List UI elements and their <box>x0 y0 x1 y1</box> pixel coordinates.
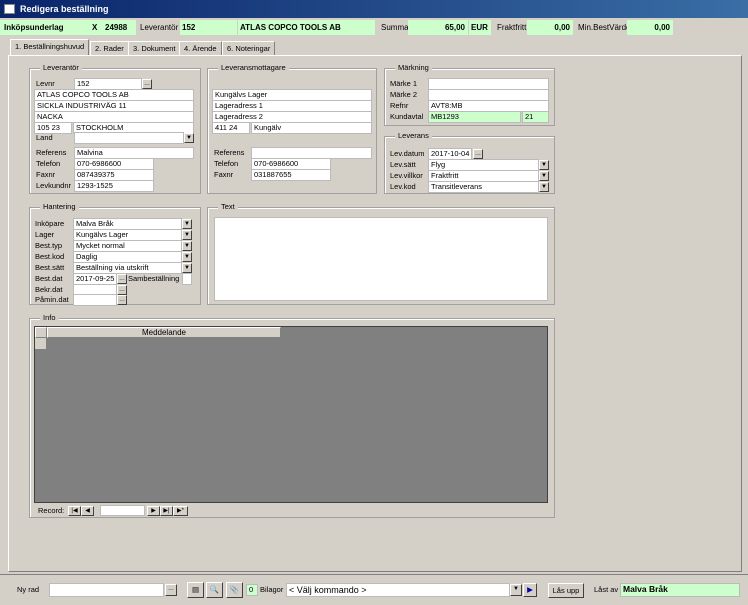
nyrad-lookup-button[interactable]: … <box>165 584 177 596</box>
header-leverantor-no: 152 <box>180 20 237 35</box>
pamindat-label: Påmin.dat <box>35 295 69 304</box>
info-select-all-cell[interactable] <box>35 327 47 338</box>
form-icon <box>4 4 15 14</box>
header-order-no: 24988 <box>105 23 128 32</box>
record-next-button[interactable]: ▶ <box>147 506 160 516</box>
info-group-title: Info <box>40 313 59 323</box>
mottagare-group-title: Leveransmottagare <box>218 63 289 73</box>
command-run-button[interactable]: ▶ <box>523 583 537 597</box>
tab-arende[interactable]: 4. Ärende <box>179 41 222 55</box>
header-currency: EUR <box>469 20 491 35</box>
window-titlebar: Redigera beställning <box>0 0 748 18</box>
tab-noteringar[interactable]: 6. Noteringar <box>222 41 276 55</box>
levkundnr-label: Levkundnr <box>36 181 72 190</box>
text-group-title: Text <box>218 202 238 212</box>
leverans-group-title: Leverans <box>395 131 432 141</box>
land-chevron-down-icon[interactable]: ▼ <box>184 133 194 143</box>
las-upp-button[interactable]: Lås upp <box>548 583 584 598</box>
tab-bestallningshuvud[interactable]: 1. Beställningshuvud <box>10 39 90 55</box>
bilagor-label: Bilagor <box>260 585 284 594</box>
header-minbest-label: Min.BestVärde <box>578 23 631 32</box>
print-icon[interactable]: ▤ <box>187 582 204 598</box>
record-prev-button[interactable]: ◀ <box>81 506 94 516</box>
tab-dokument[interactable]: 3. Dokument <box>128 41 181 55</box>
levsatt-chevron-down-icon[interactable]: ▼ <box>539 160 549 170</box>
header-leverantor-label: Leverantör <box>140 23 179 32</box>
info-row-selector[interactable] <box>35 338 47 349</box>
kundavtal-no-field[interactable]: 21 <box>522 111 549 123</box>
info-datasheet[interactable] <box>34 326 548 503</box>
header-inkop-label: Inköpsunderlag <box>4 23 64 32</box>
record-label: Record: <box>38 506 65 515</box>
window-title: Redigera beställning <box>20 4 109 14</box>
bekrdat-calendar-button[interactable]: … <box>117 285 127 295</box>
land-select[interactable] <box>74 132 184 144</box>
header-fraktfritt-label: Fraktfritt <box>497 23 527 32</box>
record-last-button[interactable]: ▶| <box>160 506 173 516</box>
levkod-chevron-down-icon[interactable]: ▼ <box>539 182 549 192</box>
nyrad-label: Ny rad <box>17 585 40 594</box>
lager-chevron-down-icon[interactable]: ▼ <box>182 230 192 240</box>
command-select[interactable]: < Välj kommando > <box>286 583 510 597</box>
bestsatt-chevron-down-icon[interactable]: ▼ <box>182 263 192 273</box>
print-preview-icon[interactable]: 🔍 <box>206 582 223 598</box>
header-fraktfritt-value: 0,00 <box>527 20 573 35</box>
bestkod-chevron-down-icon[interactable]: ▼ <box>182 252 192 262</box>
levdatum-calendar-button[interactable]: … <box>473 149 483 159</box>
sambest-label: Sambeställning <box>128 274 180 283</box>
tab-rader[interactable]: 2. Rader <box>90 41 129 55</box>
mottagare-faxnr-label: Faxnr <box>214 170 234 179</box>
footer-divider <box>0 574 748 575</box>
pamindat-calendar-button[interactable]: … <box>117 295 127 305</box>
levkundnr-field[interactable]: 1293-1525 <box>74 180 154 192</box>
inkopare-chevron-down-icon[interactable]: ▼ <box>182 219 192 229</box>
nyrad-field[interactable] <box>49 583 164 597</box>
bilagor-count: 0 <box>246 584 258 596</box>
kundavtal-label: Kundavtal <box>390 112 424 121</box>
sambest-checkbox[interactable] <box>182 273 192 285</box>
record-first-button[interactable]: |◀ <box>68 506 81 516</box>
besttyp-chevron-down-icon[interactable]: ▼ <box>182 241 192 251</box>
record-new-button[interactable]: ▶* <box>173 506 188 516</box>
bestdat-calendar-button[interactable]: … <box>117 274 127 284</box>
kundavtal-field[interactable]: MB1293 <box>428 111 521 123</box>
hantering-group-title: Hantering <box>40 202 79 212</box>
leverantor-group-title: Leverantör <box>40 63 82 73</box>
header-x-label: X <box>92 23 98 32</box>
record-number-field[interactable] <box>100 505 145 516</box>
mottagare-faxnr-field[interactable]: 031887655 <box>251 169 331 181</box>
levnr-lookup-button[interactable]: … <box>142 79 152 89</box>
last-av-label: Låst av <box>594 585 619 594</box>
header-summa-label: Summa <box>381 23 409 32</box>
info-col-meddelande[interactable]: Meddelande <box>47 327 281 338</box>
land-label: Land <box>36 133 53 142</box>
text-textarea[interactable] <box>214 217 548 301</box>
header-summa-value: 65,00 <box>408 20 468 35</box>
last-av-field: Malva Bråk <box>620 583 740 597</box>
command-chevron-down-icon[interactable]: ▼ <box>510 584 522 596</box>
levkod-select[interactable]: Transitleverans <box>428 181 539 193</box>
mottagare-city-field[interactable]: Kungälv <box>251 122 372 134</box>
pamindat-field[interactable] <box>73 294 117 306</box>
attachment-icon[interactable]: 📎 <box>226 582 243 598</box>
header-leverantor-name: ATLAS COPCO TOOLS AB <box>238 20 375 35</box>
levkod-label: Lev.kod <box>390 182 416 191</box>
levvillkor-chevron-down-icon[interactable]: ▼ <box>539 171 549 181</box>
markning-group-title: Märkning <box>395 63 432 73</box>
header-minbest-value: 0,00 <box>627 20 673 35</box>
mottagare-postnr-field[interactable]: 411 24 <box>212 122 250 134</box>
